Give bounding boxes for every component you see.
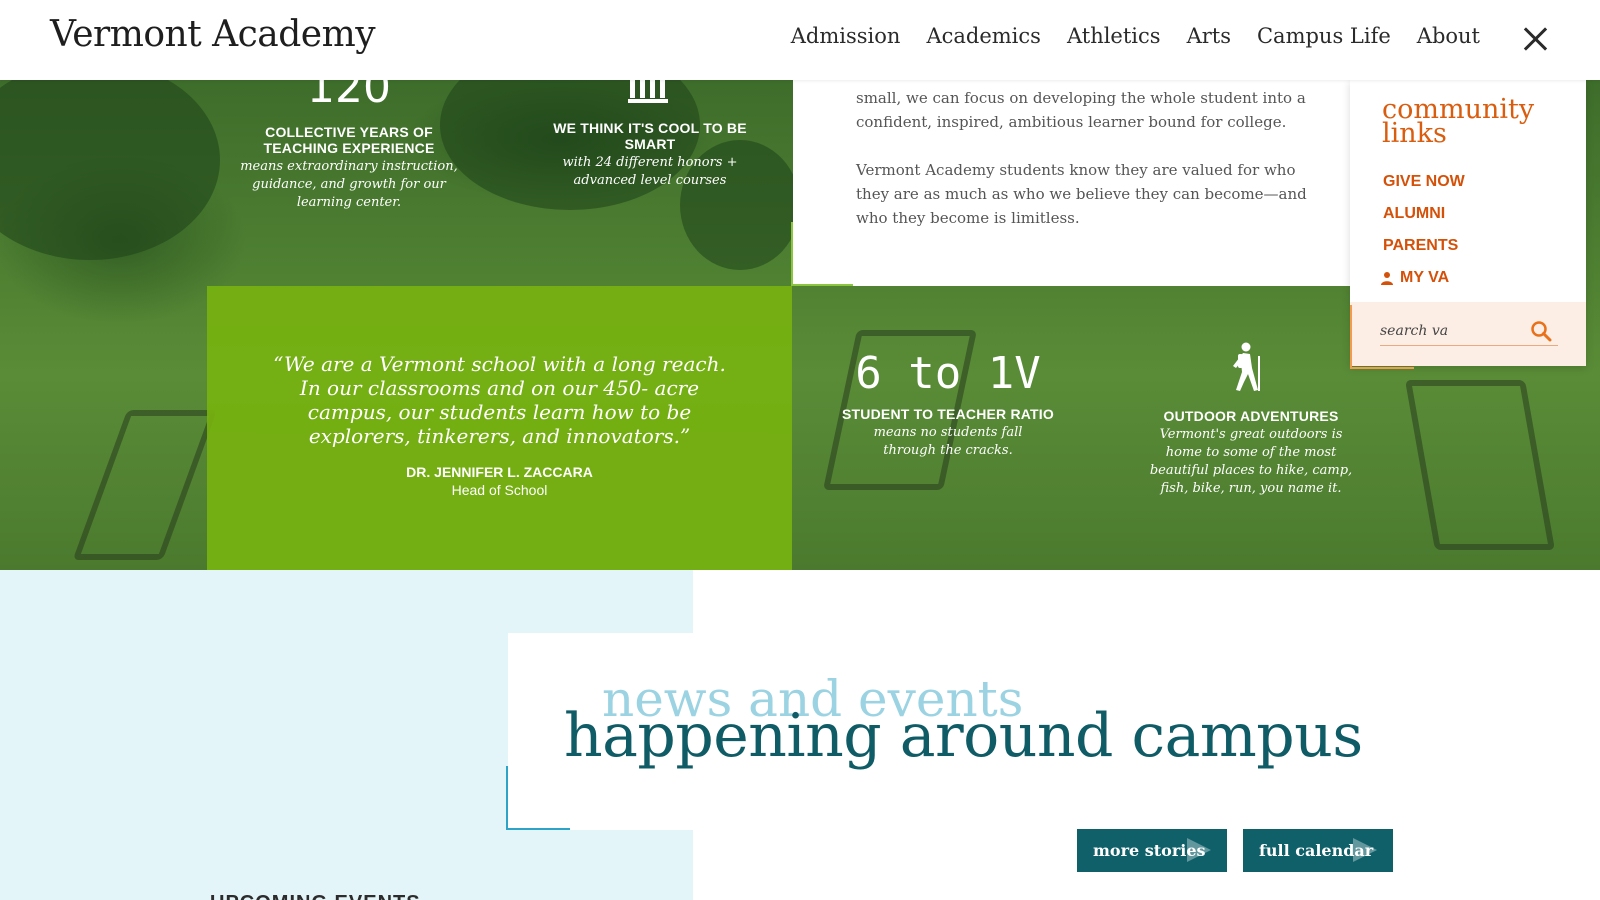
background-tree: [0, 80, 220, 260]
quote-box: “We are a Vermont school with a long rea…: [207, 286, 792, 570]
news-title: happening around campus: [564, 701, 1363, 771]
columns-icon: [628, 80, 668, 103]
stat-teaching: 120 COLLECTIVE YEARS OF TEACHING EXPERIE…: [234, 80, 464, 212]
stat-number: 120: [307, 80, 391, 113]
main-nav: Admission Academics Athletics Arts Campu…: [791, 24, 1480, 48]
link-label: GIVE NOW: [1383, 173, 1465, 190]
corner-bracket: [791, 222, 853, 286]
background-chair: [72, 410, 218, 560]
stat-description: with 24 different honors + advanced leve…: [562, 155, 738, 188]
stat-heading: COLLECTIVE YEARS OF TEACHING EXPERIENCE: [263, 124, 435, 156]
intro-paragraph: small, we can focus on developing the wh…: [856, 89, 1306, 131]
nav-item-arts[interactable]: Arts: [1187, 24, 1231, 48]
person-icon: [1381, 272, 1393, 285]
hiker-icon: [1233, 342, 1260, 391]
link-my-va[interactable]: MY VA: [1381, 262, 1465, 294]
site-logo[interactable]: Vermont Academy: [50, 14, 376, 55]
link-label: MY VA: [1400, 269, 1450, 286]
link-give-now[interactable]: GIVE NOW: [1383, 166, 1465, 198]
background-chair: [1405, 380, 1555, 550]
stat-description: Vermont's great outdoors is home to some…: [1149, 427, 1353, 496]
stat-description: means no students fall through the crack…: [873, 425, 1023, 458]
community-title-line: links: [1382, 118, 1447, 149]
intro-paragraph: Vermont Academy students know they are v…: [856, 161, 1307, 227]
arrow-icon: [1187, 838, 1211, 862]
corner-bracket: [1350, 305, 1414, 369]
nav-item-campus-life[interactable]: Campus Life: [1257, 24, 1391, 48]
arrow-icon: [1353, 838, 1377, 862]
stat-heading: OUTDOOR ADVENTURES: [1163, 408, 1339, 424]
stat-honors: WE THINK IT'S COOL TO BE SMART with 24 d…: [550, 120, 750, 190]
link-label: ALUMNI: [1383, 205, 1446, 222]
nav-item-about[interactable]: About: [1417, 24, 1480, 48]
stat-heading: STUDENT TO TEACHER RATIO: [842, 406, 1054, 422]
nav-item-admission[interactable]: Admission: [791, 24, 901, 48]
upcoming-events-heading: UPCOMING EVENTS: [210, 892, 421, 900]
full-calendar-button[interactable]: full calendar: [1243, 829, 1393, 872]
link-alumni[interactable]: ALUMNI: [1383, 198, 1465, 230]
more-stories-button[interactable]: more stories: [1077, 829, 1227, 872]
nav-item-academics[interactable]: Academics: [926, 24, 1041, 48]
stat-outdoor: OUTDOOR ADVENTURES Vermont's great outdo…: [1140, 408, 1362, 498]
community-links-list: GIVE NOW ALUMNI PARENTS MY VA: [1381, 166, 1465, 294]
link-parents[interactable]: PARENTS: [1383, 230, 1465, 262]
quote-author: DR. JENNIFER L. ZACCARA: [406, 464, 593, 480]
nav-item-athletics[interactable]: Athletics: [1067, 24, 1161, 48]
site-header: Vermont Academy Admission Academics Athl…: [0, 0, 1600, 80]
quote-text: “We are a Vermont school with a long rea…: [273, 352, 726, 448]
search-icon[interactable]: [1530, 320, 1552, 342]
stat-heading: WE THINK IT'S COOL TO BE SMART: [553, 120, 747, 152]
intro-panel: small, we can focus on developing the wh…: [793, 80, 1353, 286]
close-icon[interactable]: [1520, 24, 1550, 54]
corner-bracket: [506, 766, 570, 830]
community-title: community links: [1382, 96, 1534, 149]
stat-ratio: 6 to 1V STUDENT TO TEACHER RATIO means n…: [838, 352, 1058, 460]
stat-number: 6 to 1V: [855, 348, 1041, 399]
stat-description: means extraordinary instruction, guidanc…: [240, 159, 458, 210]
quote-author-role: Head of School: [451, 482, 548, 498]
link-label: PARENTS: [1383, 237, 1459, 254]
